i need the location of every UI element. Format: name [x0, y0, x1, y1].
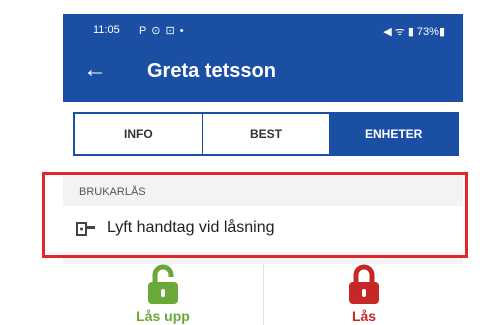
app-bar: ← Greta tetsson — [63, 44, 463, 102]
lock-label: Lås — [351, 308, 377, 324]
tab-bar: INFO BEST ENHETER — [73, 112, 459, 156]
status-time: 11:05 — [93, 24, 120, 36]
unlock-button[interactable]: Lås upp — [63, 264, 263, 325]
section-header: BRUKARLÅS — [79, 186, 146, 198]
unlocked-padlock-icon — [148, 264, 178, 304]
page-title: Greta tetsson — [147, 60, 276, 82]
door-handle-icon — [76, 222, 95, 236]
lift-handle-option[interactable]: Lyft handtag vid låsning — [63, 206, 463, 254]
status-bar: 11:05 P ⊙ ⊡ • ◀ ᯤ ▮ 73%▮ — [63, 14, 463, 44]
locked-padlock-icon — [349, 264, 379, 304]
phone-screen: 11:05 P ⊙ ⊡ • ◀ ᯤ ▮ 73%▮ ← Greta tetsson… — [63, 14, 463, 325]
arrow-back-icon[interactable]: ← — [83, 58, 107, 82]
system-status-icons: ◀ ᯤ ▮ 73%▮ — [383, 26, 445, 38]
tab-best[interactable]: BEST — [202, 114, 331, 154]
lock-actions: Lås upp Lås — [63, 264, 463, 325]
tab-info[interactable]: INFO — [75, 114, 203, 154]
tab-enheter[interactable]: ENHETER — [330, 114, 458, 154]
unlock-label: Lås upp — [136, 308, 190, 324]
tab-bar-container: INFO BEST ENHETER — [63, 102, 463, 170]
notification-icons: P ⊙ ⊡ • — [139, 25, 185, 37]
list-item-label: Lyft handtag vid låsning — [107, 219, 275, 236]
brukarlas-section: BRUKARLÅS Lyft handtag vid låsning — [63, 176, 463, 264]
lock-button[interactable]: Lås — [263, 264, 463, 325]
